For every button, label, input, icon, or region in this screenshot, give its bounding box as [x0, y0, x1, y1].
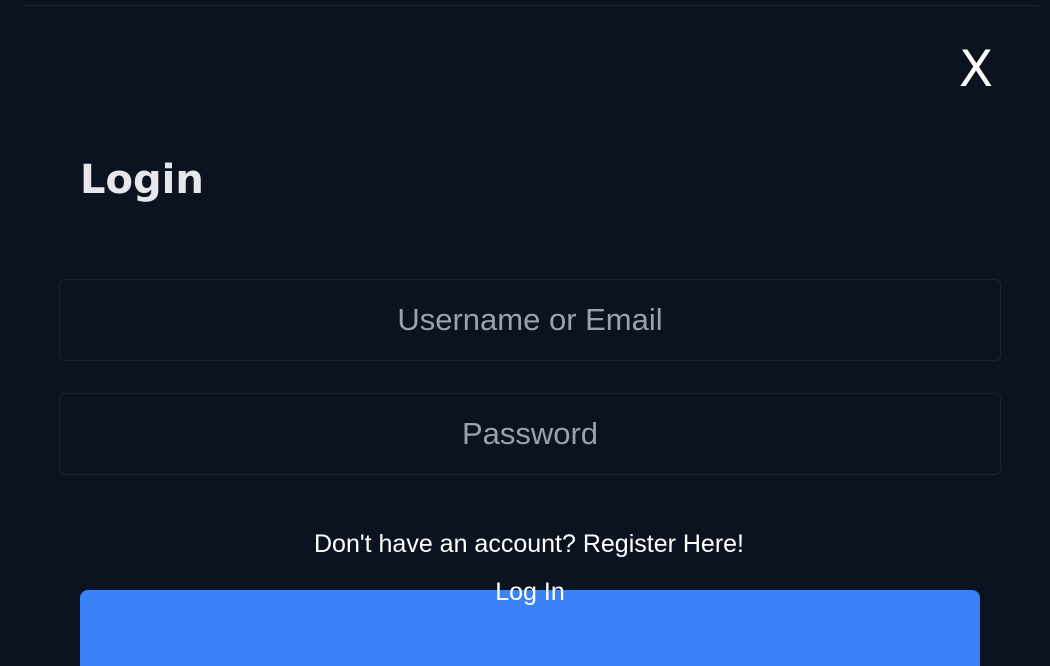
close-button[interactable]: X	[952, 40, 1000, 98]
login-button-label: Log In	[495, 578, 565, 606]
login-modal: X Login Don't have an account? Register …	[0, 0, 1050, 666]
login-button[interactable]: Log In	[80, 578, 980, 666]
password-field[interactable]	[59, 393, 1001, 475]
modal-top-border	[22, 5, 1038, 6]
username-email-field[interactable]	[59, 279, 1001, 361]
page-title: Login	[80, 157, 204, 203]
close-icon[interactable]: X	[959, 40, 993, 98]
